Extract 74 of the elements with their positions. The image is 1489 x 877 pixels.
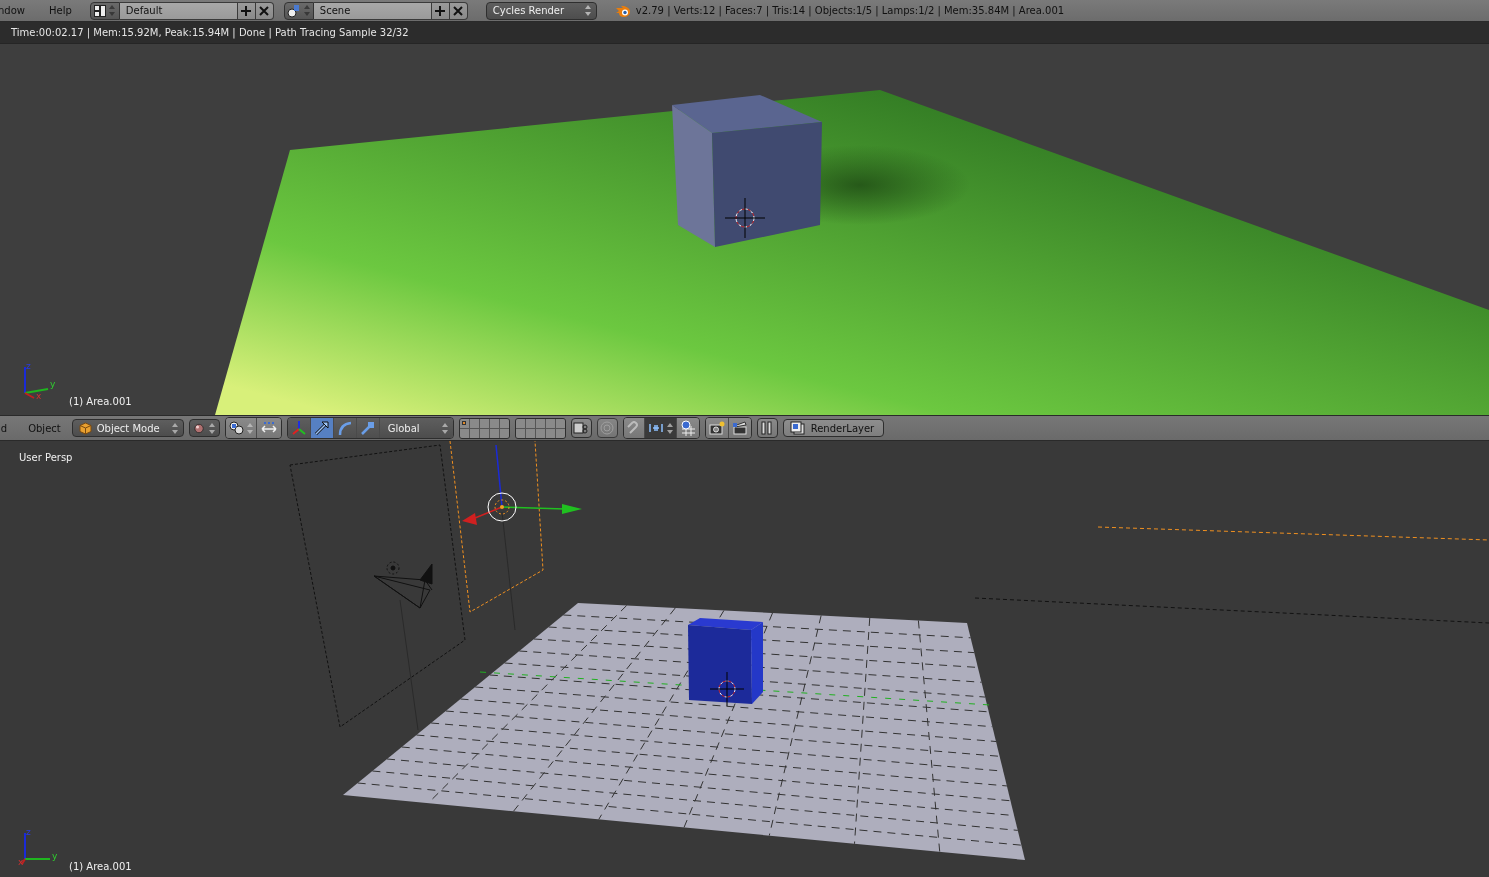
opengl-render-button[interactable] xyxy=(705,418,729,438)
updown-arrows-icon xyxy=(109,5,116,16)
close-icon xyxy=(452,4,465,17)
axis-label: z xyxy=(26,827,31,837)
manipulate-centers-button[interactable] xyxy=(256,418,281,438)
layer-buttons[interactable] xyxy=(458,417,510,439)
layout-icon xyxy=(94,4,107,17)
arc-icon xyxy=(336,420,353,436)
screen-layout-field[interactable]: Default xyxy=(119,1,238,20)
add-button[interactable] xyxy=(431,1,450,20)
render-layer-dropdown[interactable]: RenderLayer xyxy=(782,419,884,437)
target-icon xyxy=(600,421,615,435)
magnet-icon xyxy=(626,421,641,435)
view-title: User Persp xyxy=(19,452,73,463)
pause-button[interactable] xyxy=(756,418,778,438)
snap-element-dropdown[interactable] xyxy=(644,418,677,438)
orientation-dropdown[interactable]: Global xyxy=(379,418,453,438)
manipulator-button[interactable] xyxy=(310,418,334,438)
pivot-point-dropdown[interactable] xyxy=(225,418,257,438)
mode-dropdown[interactable]: Object Mode xyxy=(71,419,184,437)
camera-icon xyxy=(708,421,725,435)
viewport-shading-dropdown[interactable] xyxy=(188,419,220,437)
layer-buttons[interactable] xyxy=(514,417,566,439)
scene-field[interactable]: Scene xyxy=(313,1,432,20)
menu-item[interactable]: Help xyxy=(49,5,80,16)
updown-arrows-icon xyxy=(171,422,178,434)
chain-icon xyxy=(573,421,590,435)
close-icon xyxy=(258,4,271,17)
snap-target-button[interactable] xyxy=(676,418,699,438)
updown-arrows-icon xyxy=(304,5,311,16)
delete-button[interactable] xyxy=(255,1,274,20)
axis-label: y xyxy=(50,379,56,389)
axis-label: y xyxy=(52,851,58,861)
scene-icon xyxy=(287,3,302,18)
delete-button[interactable] xyxy=(449,1,468,20)
updown-arrows-icon xyxy=(584,5,591,16)
updown-arrows-icon xyxy=(441,422,448,434)
scale-handle-icon xyxy=(359,420,376,436)
axes-icon xyxy=(290,420,307,436)
updown-arrows-icon xyxy=(246,422,253,434)
pivot-icon xyxy=(228,421,244,435)
axis-label: x xyxy=(18,857,24,867)
sphere-icon xyxy=(193,421,204,435)
object-label: (1) Area.001 xyxy=(69,861,132,872)
screen-layout-button[interactable] xyxy=(89,1,120,20)
scene-statistics: v2.79 | Verts:12 | Faces:7 | Tris:14 | Objects:1/5 | Lamps:1/2 | Mem:35.84M | Area.001 xyxy=(635,5,1065,16)
render-status: Time:00:02.17 | Mem:15.92M, Peak:15.94M | Done | Path Tracing Sample 32/32 xyxy=(10,27,409,38)
snap-increment-icon xyxy=(647,422,664,434)
image-stack-icon xyxy=(789,421,806,435)
add-button[interactable] xyxy=(237,1,256,20)
plus-icon xyxy=(434,4,447,17)
opengl-animation-button[interactable] xyxy=(728,418,751,438)
proportional-edit-button[interactable] xyxy=(596,418,618,438)
updown-arrows-icon xyxy=(666,422,673,434)
plus-icon xyxy=(240,4,253,17)
manipulator-button[interactable] xyxy=(287,418,311,438)
clapperboard-icon xyxy=(731,421,748,435)
arrow-icon xyxy=(313,420,330,436)
render-engine-dropdown[interactable]: Cycles Render xyxy=(485,1,597,20)
updown-arrows-icon xyxy=(208,422,215,434)
grid-snap-icon xyxy=(679,420,696,436)
snap-button[interactable] xyxy=(623,418,645,438)
lock-layers-button[interactable] xyxy=(570,418,592,438)
axis-label: z xyxy=(26,361,31,371)
logo-icon xyxy=(614,3,632,18)
manipulator-button[interactable] xyxy=(333,418,357,438)
double-arrow-icon xyxy=(259,421,278,435)
scene-button[interactable] xyxy=(283,1,314,20)
axis-label: x xyxy=(36,391,42,401)
object-label: (1) Area.001 xyxy=(69,396,132,407)
manipulator-button[interactable] xyxy=(356,418,380,438)
pause-icon xyxy=(761,421,774,435)
menu-item[interactable]: Object xyxy=(28,422,61,434)
cube-icon xyxy=(78,421,92,435)
